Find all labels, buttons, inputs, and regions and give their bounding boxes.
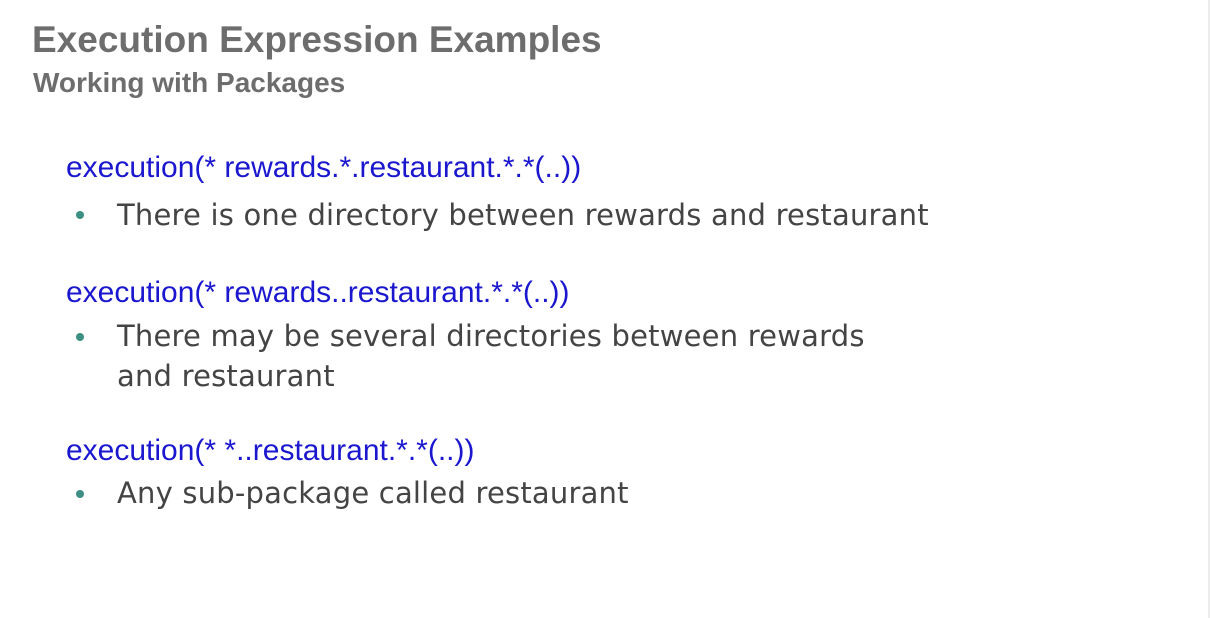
slide-subtitle: Working with Packages bbox=[33, 67, 346, 98]
bullet-dot-icon bbox=[76, 211, 84, 219]
slide: Execution Expression Examples Working wi… bbox=[0, 0, 1210, 618]
bullet-dot-icon bbox=[76, 333, 84, 341]
execution-expression-1: execution(* rewards.*.restaurant.*.*(..)… bbox=[66, 151, 582, 184]
slide-title: Execution Expression Examples bbox=[32, 19, 602, 60]
bullet-text-2: There may be several directories between… bbox=[117, 319, 865, 393]
bullet-dot-icon bbox=[76, 490, 84, 498]
bullet-text-3: Any sub-package called restaurant bbox=[117, 476, 629, 510]
bullet-text-1: There is one directory between rewards a… bbox=[117, 198, 929, 232]
execution-expression-3: execution(* *..restaurant.*.*(..)) bbox=[66, 434, 475, 467]
execution-expression-2: execution(* rewards..restaurant.*.*(..)) bbox=[66, 276, 570, 309]
